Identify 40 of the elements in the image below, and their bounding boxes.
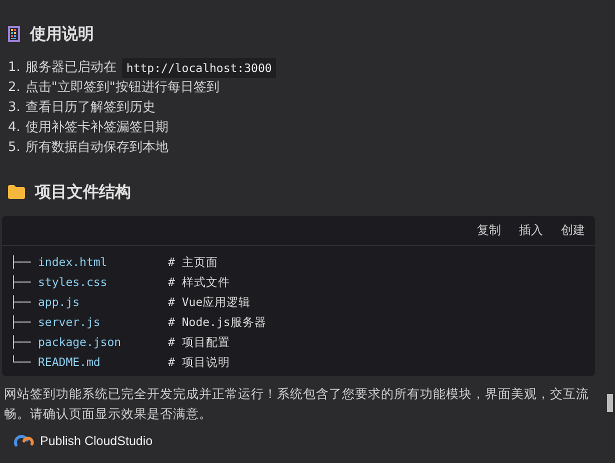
inline-code: http://localhost:3000 [122, 58, 276, 78]
message-text: 网站签到功能系统已完全开发完成并正常运行！系统包含了您要求的所有功能模块，界面美观，交互流畅。请确认页面显示效果是否满意。 [4, 385, 590, 423]
file-name: server.js [38, 314, 102, 331]
code-action-button[interactable]: 复制 [471, 220, 507, 241]
file-name: package.json [38, 334, 122, 351]
folder-icon [8, 185, 25, 199]
tree-branch: ├── [10, 314, 32, 331]
tree-branch: └── [10, 354, 32, 371]
code-comment: # 主页面 [168, 254, 218, 271]
tree-branch: ├── [10, 274, 32, 291]
step-text: 点击"立即签到"按钮进行每日签到 [25, 79, 220, 97]
file-name: README.md [38, 354, 102, 371]
tree-branch: ├── [10, 294, 32, 311]
section-heading: 使用说明 [30, 24, 94, 44]
code-comment: # Vue应用逻辑 [168, 294, 251, 311]
code-action-button[interactable]: 创建 [555, 220, 591, 241]
file-name: app.js [38, 294, 81, 311]
scrollbar-thumb [607, 394, 613, 412]
code-action-button[interactable]: 插入 [513, 220, 549, 241]
code-comment: # 项目说明 [168, 354, 230, 371]
step-number: 5. [8, 139, 20, 157]
step-number: 2. [8, 79, 20, 97]
tree-branch: ├── [10, 334, 32, 351]
code-comment: # 项目配置 [168, 334, 230, 351]
step-text: 查看日历了解签到历史 [25, 99, 156, 117]
step-text: 所有数据自动保存到本地 [25, 139, 168, 157]
step-number: 4. [8, 119, 20, 137]
step-number: 1. [8, 59, 20, 77]
code-comment: # 样式文件 [168, 274, 230, 291]
section-heading: 项目文件结构 [35, 182, 131, 202]
abacus-icon [8, 26, 20, 42]
step-text: 使用补签卡补签漏签日期 [25, 119, 168, 137]
file-name: index.html [38, 254, 108, 271]
cloud-logo-icon [14, 435, 34, 447]
tree-branch: ├── [10, 254, 32, 271]
publish-button[interactable]: Publish CloudStudio [10, 432, 157, 450]
step-number: 3. [8, 99, 20, 117]
step-text: 服务器已启动在 [25, 59, 116, 77]
code-comment: # Node.js服务器 [168, 314, 266, 331]
file-name: styles.css [38, 274, 108, 291]
